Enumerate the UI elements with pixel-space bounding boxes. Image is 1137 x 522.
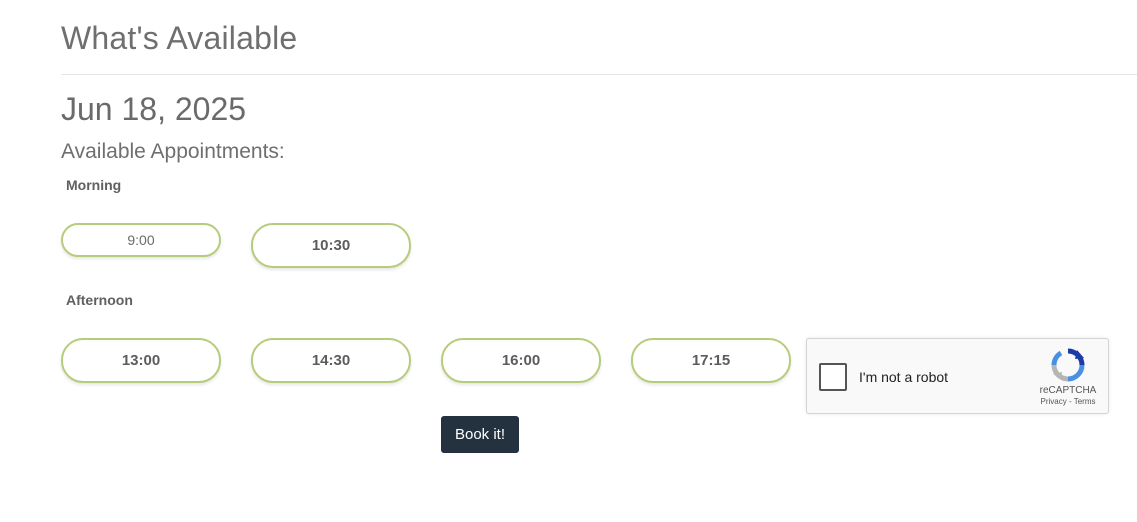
- recaptcha-links-separator: -: [1066, 397, 1074, 406]
- time-slot-afternoon-1[interactable]: 13:00: [61, 338, 221, 383]
- header-divider: [61, 74, 1137, 75]
- afternoon-label: Afternoon: [66, 292, 133, 308]
- recaptcha-widget: I'm not a robot reCAPTCHA Privacy - Term…: [806, 338, 1109, 414]
- recaptcha-terms-link[interactable]: Terms: [1074, 397, 1096, 406]
- recaptcha-logo-icon: [1051, 348, 1085, 382]
- book-button[interactable]: Book it!: [441, 416, 519, 453]
- recaptcha-checkbox[interactable]: [819, 363, 847, 391]
- time-slot-morning-1[interactable]: 9:00: [61, 223, 221, 257]
- page-title: What's Available: [61, 20, 298, 56]
- time-slot-morning-2[interactable]: 10:30: [251, 223, 411, 268]
- time-slot-afternoon-2[interactable]: 14:30: [251, 338, 411, 383]
- selected-date: Jun 18, 2025: [61, 91, 247, 127]
- recaptcha-links: Privacy - Terms: [1027, 397, 1109, 406]
- morning-label: Morning: [66, 177, 122, 193]
- recaptcha-brand: reCAPTCHA: [1039, 385, 1097, 396]
- recaptcha-label: I'm not a robot: [859, 369, 949, 385]
- recaptcha-privacy-link[interactable]: Privacy: [1041, 397, 1067, 406]
- time-slot-afternoon-3[interactable]: 16:00: [441, 338, 601, 383]
- appointments-heading: Available Appointments:: [61, 140, 285, 163]
- booking-page: What's Available Jun 18, 2025 Available …: [0, 0, 1137, 522]
- time-slot-afternoon-4[interactable]: 17:15: [631, 338, 791, 383]
